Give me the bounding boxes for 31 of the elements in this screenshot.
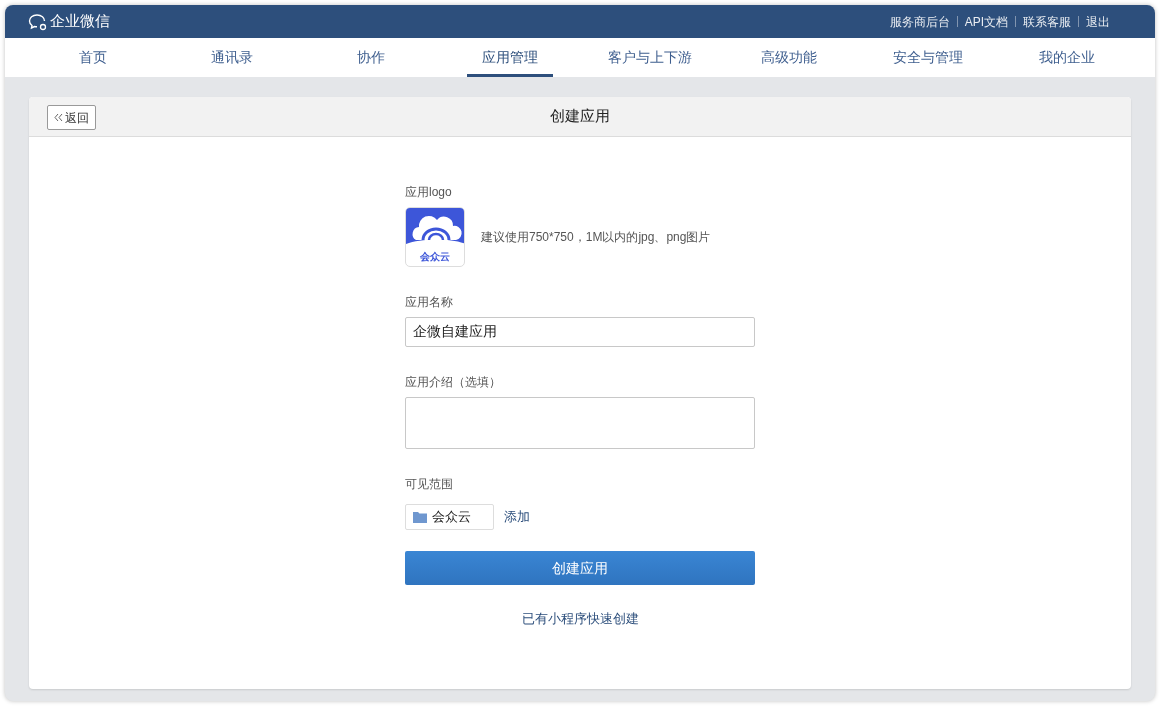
logo-hint: 建议使用750*750，1M以内的jpg、png图片 [481,229,711,246]
create-button[interactable]: 创建应用 [405,551,755,585]
scope-tag: 会众云 [405,504,494,530]
nav-tab[interactable]: 安全与管理 [878,38,979,77]
nav-tab[interactable]: 首页 [63,38,122,77]
text-area[interactable] [405,397,755,449]
folder-icon [413,511,427,523]
chat-bubble-icon [28,12,48,31]
logo-text: 会众云 [419,250,451,264]
page-title: 创建应用 [550,106,610,127]
nav-tab[interactable]: 我的企业 [1024,38,1111,77]
app-logo[interactable]: 会众云 [405,207,465,267]
nav-tab[interactable]: 高级功能 [745,38,832,77]
header-link[interactable]: API文档 [964,12,1008,31]
double-chevron-icon [54,113,63,122]
mini-program-link[interactable]: 已有小程序快速创建 [521,609,639,629]
nav-tab[interactable]: 协作 [342,38,401,77]
back-button[interactable]: 返回 [47,105,96,130]
field-label: 应用介绍（选填） [405,374,502,391]
nav-tab[interactable]: 应用管理 [467,38,554,77]
brand-name: 企业微信 [50,11,110,32]
field-label: 应用logo [405,184,453,201]
header-link[interactable]: 服务商后台 [889,12,950,31]
input-field[interactable]: 企微自建应用 [405,317,755,347]
field-label: 应用名称 [405,294,454,311]
header-link[interactable]: 联系客服 [1023,12,1071,31]
field-label: 可见范围 [405,476,454,493]
nav-tab[interactable]: 客户与上下游 [592,38,707,77]
add-link[interactable]: 添加 [504,507,530,527]
nav-tab[interactable]: 通讯录 [195,38,268,77]
header-link[interactable]: 退出 [1086,12,1110,31]
